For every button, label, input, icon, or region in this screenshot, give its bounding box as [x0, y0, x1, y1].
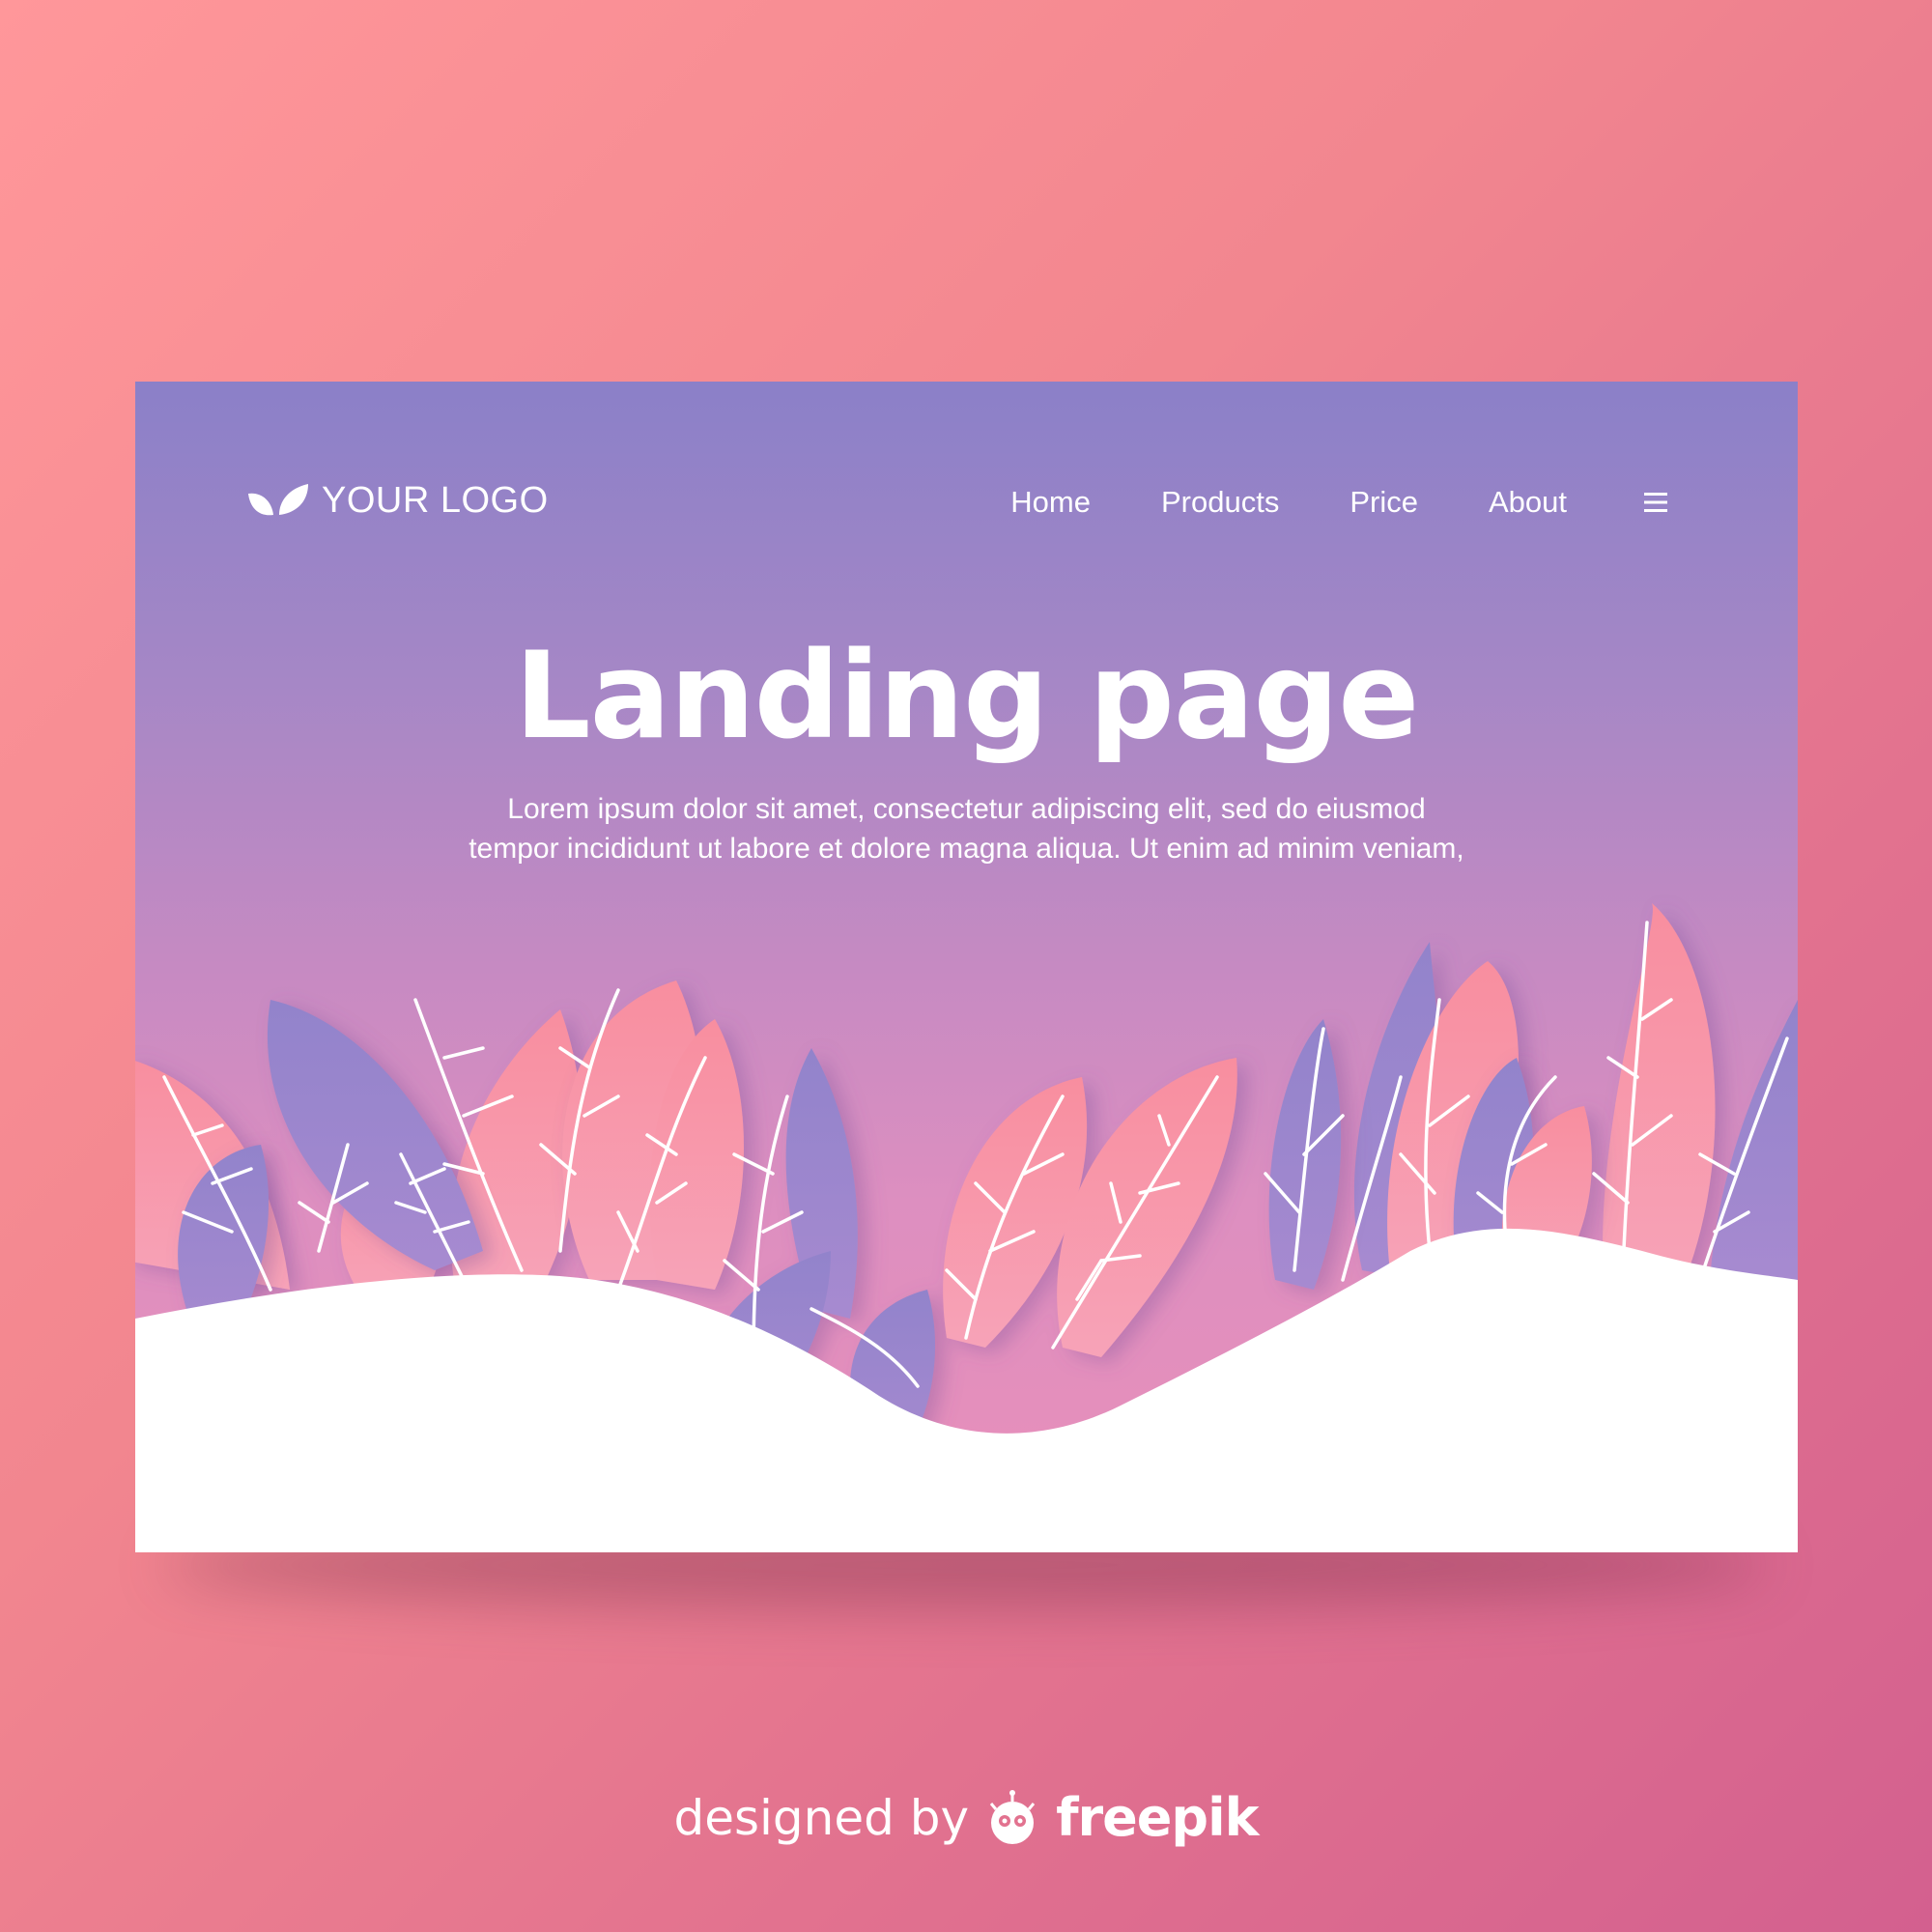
hamburger-icon[interactable] [1644, 492, 1667, 513]
landing-page-card: YOUR LOGO Home Products Price About Land… [135, 382, 1798, 1552]
foliage-illustration [135, 903, 1798, 1552]
hero-description: Lorem ipsum dolor sit amet, consectetur … [469, 793, 1464, 865]
leaf-logo-icon [248, 484, 308, 516]
nav-home-link[interactable]: Home [1010, 485, 1091, 520]
nav-price-link[interactable]: Price [1350, 485, 1418, 520]
credit-brand: freepik [1056, 1787, 1259, 1848]
credit-designed-by: designed by [673, 1789, 970, 1846]
nav-about-link[interactable]: About [1489, 485, 1567, 520]
freepik-mascot-icon [989, 1789, 1036, 1844]
main-nav: Home Products Price About [1010, 478, 1667, 526]
nav-products-link[interactable]: Products [1161, 485, 1279, 520]
logo[interactable]: YOUR LOGO [246, 476, 549, 525]
hero-title: Landing page [514, 627, 1420, 766]
logo-text: YOUR LOGO [322, 479, 549, 521]
freepik-credit: designed by freepik [0, 1787, 1932, 1848]
